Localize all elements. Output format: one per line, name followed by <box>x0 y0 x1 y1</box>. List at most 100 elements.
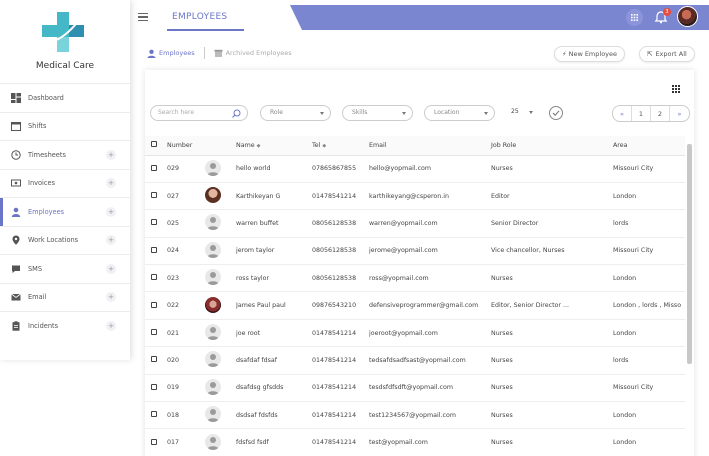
cell-tel: 01478541214 <box>312 346 369 375</box>
expand-plus-icon[interactable]: + <box>106 292 116 303</box>
cell-area: Missouri City <box>613 155 685 183</box>
table-row[interactable]: 025 warren buffet 08056128538 warren@yopmai… <box>145 209 685 238</box>
apps-grid-icon <box>631 14 638 21</box>
checkbox[interactable] <box>151 219 157 226</box>
pager-first-button[interactable]: « <box>613 106 632 121</box>
row-select[interactable] <box>145 155 167 183</box>
tab-archived-employees[interactable]: Archived Employees <box>214 49 292 58</box>
checkbox[interactable] <box>151 411 157 418</box>
table-row[interactable]: 018 dsdsaf fdsfds 01478541214 test1234567@y… <box>145 401 685 430</box>
row-select[interactable] <box>145 428 167 456</box>
sidebar-item-sms[interactable]: SMS + <box>0 254 130 283</box>
apps-grid-button[interactable] <box>626 9 643 26</box>
hamburger-menu-icon[interactable] <box>138 13 148 21</box>
person-placeholder-icon <box>205 269 221 286</box>
table-row[interactable]: 017 fdsfsd fsdf 01478541214 test@yopmail.co… <box>145 428 685 456</box>
row-select[interactable] <box>145 374 167 403</box>
row-select[interactable] <box>145 346 167 375</box>
cell-job-role: Nurses <box>491 264 613 293</box>
tab-employees-label: Employees <box>159 49 195 57</box>
expand-plus-icon[interactable]: + <box>106 178 116 189</box>
pagination: « 1 2 » <box>612 105 690 122</box>
sort-icon: ◆ <box>322 142 327 149</box>
cell-tel: 08056128538 <box>312 264 369 293</box>
page-size-select[interactable]: 25 <box>507 105 539 121</box>
search-input[interactable]: Search here <box>150 105 248 121</box>
chevron-down-icon <box>402 112 406 115</box>
new-employee-button[interactable]: ⚡ New Employee <box>554 46 626 62</box>
pager-page-2[interactable]: 2 <box>651 106 670 121</box>
row-select[interactable] <box>145 182 167 211</box>
row-select[interactable] <box>145 291 167 320</box>
checkbox[interactable] <box>151 274 157 281</box>
sidebar-item-work-locations[interactable]: Work Locations + <box>0 225 130 255</box>
export-all-button[interactable]: ⇱ Export All <box>639 46 695 62</box>
row-select[interactable] <box>145 264 167 293</box>
table-row[interactable]: 019 dsafdsg gfsdds 01478541214 tesdsfdfsdft… <box>145 374 685 403</box>
tab-employees[interactable]: Employees <box>147 49 195 58</box>
checkbox[interactable] <box>151 438 157 445</box>
table-row[interactable]: 022 James Paul paul 09876543210 defensivepr… <box>145 291 685 320</box>
cell-email: hello@yopmail.com <box>369 155 491 183</box>
cell-name: dsdsaf fdsfds <box>236 401 312 430</box>
column-name[interactable]: Name ◆ <box>236 136 312 156</box>
subnav-divider <box>203 47 205 59</box>
checkbox[interactable] <box>151 192 157 199</box>
checkbox[interactable] <box>151 356 157 363</box>
checkbox[interactable] <box>151 141 157 148</box>
pager-last-button[interactable]: » <box>670 106 689 121</box>
cell-name: jerom taylor <box>236 237 312 266</box>
row-select[interactable] <box>145 237 167 266</box>
expand-plus-icon[interactable]: + <box>106 320 116 331</box>
skills-select[interactable]: Skills <box>342 105 413 121</box>
cell-job-role: Editor <box>491 182 613 211</box>
cell-email: warren@yopmail.com <box>369 209 491 238</box>
pager-page-1[interactable]: 1 <box>632 106 651 121</box>
sidebar-item-invoices[interactable]: Invoices + <box>0 168 130 198</box>
top-header: EMPLOYEES 3 <box>130 0 709 33</box>
table-row[interactable]: 021 joe root 01478541214 joeroot@yopmail.co… <box>145 319 685 348</box>
sidebar-item-employees[interactable]: Employees + <box>0 197 130 226</box>
table-row[interactable]: 020 dsafdaf fdsaf 01478541214 tedsafdsadfsa… <box>145 346 685 375</box>
cell-number: 022 <box>167 291 205 320</box>
sidebar-item-dashboard[interactable]: Dashboard <box>0 83 130 112</box>
table-scrollbar[interactable] <box>687 144 692 364</box>
expand-plus-icon[interactable]: + <box>106 149 116 160</box>
sidebar-item-incidents[interactable]: Incidents + <box>0 311 130 340</box>
sidebar-item-label: Email <box>28 293 47 302</box>
column-tel[interactable]: Tel ◆ <box>312 136 369 156</box>
expand-plus-icon[interactable]: + <box>106 235 116 246</box>
tab-archived-label: Archived Employees <box>225 49 292 57</box>
checkbox[interactable] <box>151 246 157 253</box>
select-all-check-button[interactable] <box>549 106 563 120</box>
expand-plus-icon[interactable]: + <box>106 263 116 274</box>
checkbox[interactable] <box>151 329 157 336</box>
table-header-row: Number Name ◆ Tel ◆ Email Job Role Area <box>145 136 685 156</box>
checkbox[interactable] <box>151 164 157 171</box>
role-select[interactable]: Role <box>260 105 331 121</box>
table-row[interactable]: 023 ross taylor 08056128538 ross@yopmail.co… <box>145 264 685 293</box>
clipboard-icon <box>10 320 21 331</box>
sidebar-item-timesheets[interactable]: Timesheets + <box>0 140 130 169</box>
sidebar-item-email[interactable]: Email + <box>0 282 130 312</box>
table-row[interactable]: 029 hello world 07865867855 hello@yopmail.c… <box>145 155 685 183</box>
location-select[interactable]: Location <box>424 105 495 121</box>
sidebar-item-shifts[interactable]: Shifts <box>0 111 130 141</box>
table-row[interactable]: 024 jerom taylor 08056128538 jerome@yopmail… <box>145 237 685 266</box>
user-avatar[interactable] <box>677 6 698 27</box>
row-select[interactable] <box>145 209 167 238</box>
page-title-underline <box>167 29 244 31</box>
checkbox[interactable] <box>151 383 157 390</box>
row-select[interactable] <box>145 319 167 348</box>
employees-card: Search here Role Skills Location 25 « 1 … <box>145 70 694 456</box>
checkbox[interactable] <box>151 301 157 308</box>
sidebar-item-label: Shifts <box>28 122 47 131</box>
row-select[interactable] <box>145 401 167 430</box>
cell-number: 024 <box>167 237 205 266</box>
header-select-all[interactable] <box>145 136 167 156</box>
cell-name: joe root <box>236 319 312 348</box>
column-grid-icon[interactable] <box>672 85 680 93</box>
table-row[interactable]: 027 Karthikeyan G 01478541214 karthikeyang@… <box>145 182 685 211</box>
expand-plus-icon[interactable]: + <box>106 206 116 217</box>
cell-area: Missouri City <box>613 237 685 266</box>
